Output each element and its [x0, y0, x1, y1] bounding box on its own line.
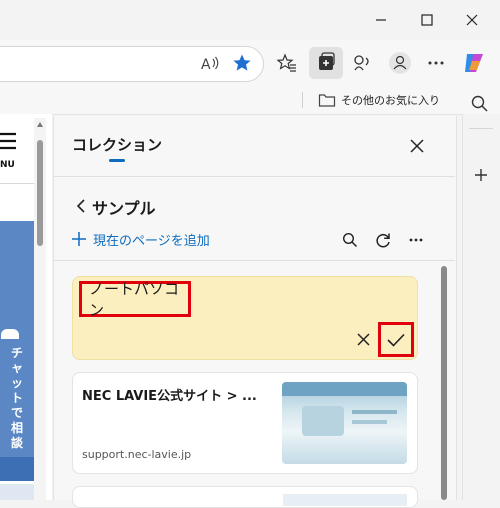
read-aloud-icon: A: [201, 56, 219, 73]
cancel-note-button[interactable]: [353, 329, 373, 349]
more-icon: [409, 238, 423, 242]
page-image-strip: [0, 484, 34, 500]
other-favorites-label: その他のお気に入り: [341, 94, 440, 107]
check-icon: [387, 333, 405, 347]
favorites-divider: [302, 92, 303, 108]
panel-scrollbar-thumb[interactable]: [441, 266, 447, 500]
search-icon: [471, 95, 488, 112]
collections-button[interactable]: [309, 47, 343, 79]
close-icon: [466, 14, 478, 26]
title-accent-underline: [109, 159, 125, 162]
side-banner[interactable]: チ ャ ッ ト で 相 談: [0, 221, 34, 457]
profile-button[interactable]: [386, 49, 414, 77]
page-scrollbar[interactable]: [34, 118, 46, 500]
close-panel-button[interactable]: [405, 134, 429, 158]
browser-essentials-button[interactable]: [348, 49, 376, 77]
note-text-value: ノートパソコン: [89, 280, 180, 319]
copilot-icon: [465, 54, 483, 72]
browser-essentials-icon: [354, 55, 369, 71]
profile-icon: [389, 52, 411, 74]
panel-toolbar-divider: [53, 260, 455, 261]
maximize-icon: [421, 14, 433, 26]
banner-char: 談: [10, 436, 23, 450]
scroll-up-arrow-icon[interactable]: [37, 122, 43, 127]
thumbnail-line: [352, 410, 397, 414]
plus-icon: [72, 232, 86, 246]
thumbnail-line: [352, 420, 387, 424]
item-thumbnail: [282, 382, 407, 464]
search-icon: [342, 232, 358, 248]
more-icon: [428, 61, 444, 65]
banner-char: で: [10, 406, 23, 420]
favorites-button[interactable]: [273, 49, 301, 77]
add-current-page-button[interactable]: 現在のページを追加: [71, 229, 210, 249]
more-button[interactable]: [422, 49, 450, 77]
banner-char: チ: [10, 346, 23, 360]
minimize-icon: [376, 19, 386, 21]
plus-icon: [475, 169, 487, 181]
panel-title: コレクション: [72, 136, 163, 154]
close-icon: [410, 139, 424, 153]
hamburger-menu-button[interactable]: [0, 130, 18, 160]
scrollbar-thumb[interactable]: [37, 140, 43, 246]
read-aloud-button[interactable]: A: [196, 49, 224, 77]
collections-icon: [319, 52, 335, 70]
sidebar-divider: [469, 128, 493, 129]
item-thumbnail-next: [283, 494, 407, 506]
item-url: support.nec-lavie.jp: [82, 448, 192, 461]
other-favorites-folder[interactable]: その他のお気に入り: [318, 89, 440, 111]
back-button[interactable]: [71, 196, 91, 216]
thumbnail-header: [282, 382, 407, 396]
refresh-button[interactable]: [373, 230, 393, 250]
thumbnail-image: [302, 406, 344, 436]
item-title: NEC LAVIE公式サイト > ...: [82, 389, 257, 404]
banner-footer: [0, 457, 34, 481]
refresh-icon: [376, 233, 390, 248]
favorites-icon: [277, 53, 296, 72]
maximize-button[interactable]: [413, 6, 441, 34]
note-text-input[interactable]: ノートパソコン: [79, 280, 191, 319]
menu-label: NU: [0, 160, 15, 170]
banner-char: ッ: [10, 376, 23, 390]
chat-bubble-icon: [1, 329, 19, 339]
close-icon: [356, 332, 370, 346]
favorite-star-icon: [233, 54, 251, 71]
svg-text:A: A: [201, 57, 211, 73]
collection-more-button[interactable]: [406, 230, 426, 250]
sidebar-add-button[interactable]: [469, 163, 493, 187]
panel-scrollbar[interactable]: [440, 266, 449, 500]
collection-name: サンプル: [92, 199, 156, 218]
save-note-button[interactable]: [378, 322, 414, 357]
panel-header-divider: [53, 176, 455, 177]
minimize-button[interactable]: [367, 6, 395, 34]
page-divider: [0, 183, 34, 184]
hamburger-icon: [0, 132, 16, 150]
banner-char: ャ: [10, 361, 23, 375]
folder-icon: [318, 94, 336, 107]
back-chevron-icon: [76, 199, 85, 213]
collection-search-button[interactable]: [340, 230, 360, 250]
copilot-button[interactable]: [460, 49, 488, 77]
banner-char: ト: [10, 391, 23, 405]
add-current-page-label: 現在のページを追加: [93, 233, 210, 249]
address-bar[interactable]: [0, 46, 264, 82]
banner-char: 相: [10, 421, 23, 435]
close-window-button[interactable]: [458, 6, 486, 34]
favorite-star-button[interactable]: [228, 49, 256, 77]
